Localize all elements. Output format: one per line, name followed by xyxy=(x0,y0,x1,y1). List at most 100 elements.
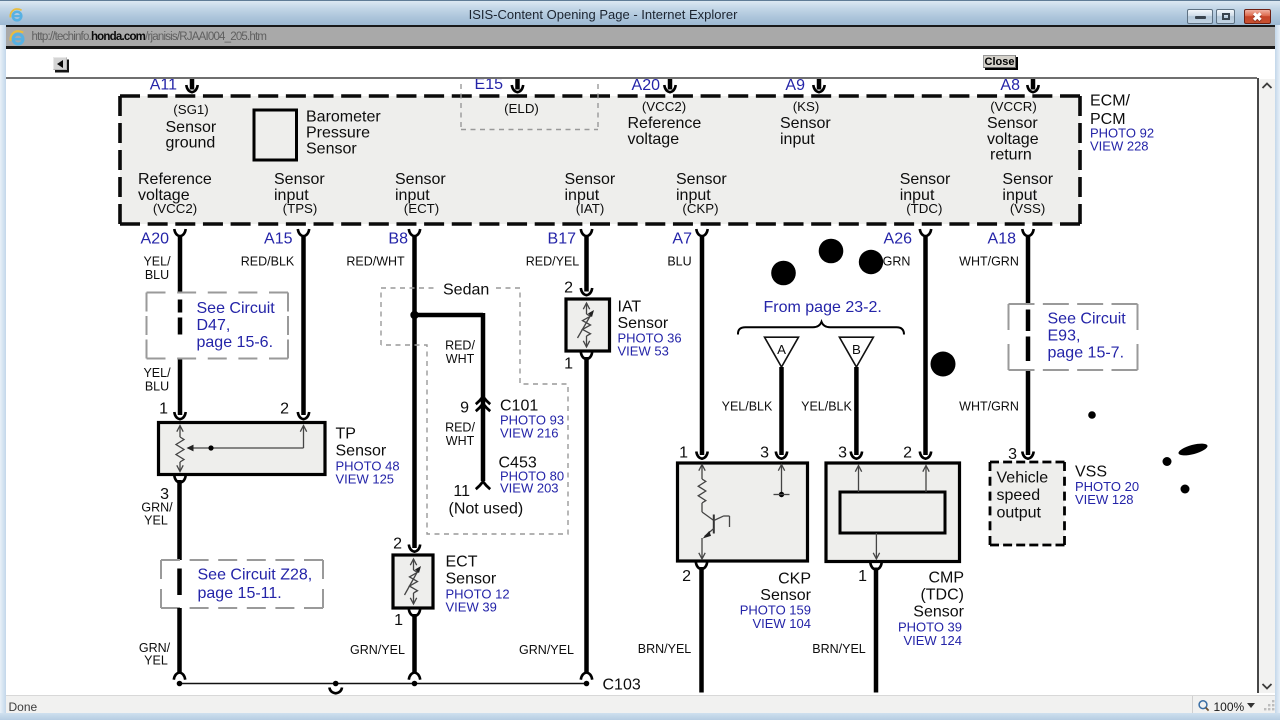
svg-text:1: 1 xyxy=(858,568,867,585)
svg-text:YEL/: YEL/ xyxy=(143,255,171,269)
svg-text:VIEW 53: VIEW 53 xyxy=(618,344,669,359)
svg-text:BRN/YEL: BRN/YEL xyxy=(638,642,692,656)
svg-text:Sensor: Sensor xyxy=(676,171,727,188)
svg-text:page 15-11.: page 15-11. xyxy=(198,585,282,602)
svg-text:Vehicle: Vehicle xyxy=(997,470,1049,487)
svg-text:B8: B8 xyxy=(388,231,408,248)
svg-text:WHT/GRN: WHT/GRN xyxy=(959,255,1019,269)
svg-text:page 15-6.: page 15-6. xyxy=(197,334,274,351)
svg-text:2: 2 xyxy=(280,401,289,418)
svg-text:Sedan: Sedan xyxy=(443,282,489,299)
svg-text:RED/WHT: RED/WHT xyxy=(346,255,405,269)
svg-text:Sensor: Sensor xyxy=(913,604,964,621)
svg-text:A9: A9 xyxy=(785,77,805,94)
svg-text:(VCCR): (VCCR) xyxy=(990,99,1037,114)
svg-text:3: 3 xyxy=(838,445,847,462)
svg-text:CKP: CKP xyxy=(778,571,811,588)
svg-text:2: 2 xyxy=(393,536,402,553)
svg-text:RED/YEL: RED/YEL xyxy=(526,255,580,269)
svg-text:WHT: WHT xyxy=(446,352,475,366)
svg-text:ECM/: ECM/ xyxy=(1090,92,1131,109)
svg-text:page 15-7.: page 15-7. xyxy=(1048,345,1125,362)
svg-text:2: 2 xyxy=(903,445,912,462)
svg-text:(SG1): (SG1) xyxy=(173,102,208,117)
svg-text:return: return xyxy=(990,147,1032,164)
svg-text:A11: A11 xyxy=(150,77,177,94)
svg-text:GRN/YEL: GRN/YEL xyxy=(350,643,405,657)
svg-text:output: output xyxy=(997,505,1042,522)
svg-text:VSS: VSS xyxy=(1075,464,1107,481)
svg-text:Sensor: Sensor xyxy=(565,171,616,188)
svg-text:YEL: YEL xyxy=(144,514,168,528)
svg-text:A20: A20 xyxy=(141,231,170,248)
svg-text:YEL: YEL xyxy=(144,654,168,668)
svg-text:Sensor: Sensor xyxy=(336,443,387,460)
svg-text:(TPS): (TPS) xyxy=(283,201,318,216)
svg-text:1: 1 xyxy=(679,445,688,462)
svg-text:(TDC): (TDC) xyxy=(906,201,942,216)
svg-text:GRN: GRN xyxy=(883,255,911,269)
svg-text:2: 2 xyxy=(564,280,573,297)
svg-text:VIEW 216: VIEW 216 xyxy=(500,426,559,441)
svg-text:Sensor: Sensor xyxy=(166,119,217,136)
svg-text:B17: B17 xyxy=(548,231,577,248)
svg-text:A7: A7 xyxy=(672,231,692,248)
svg-text:WHT: WHT xyxy=(446,434,475,448)
svg-text:(IAT): (IAT) xyxy=(576,201,605,216)
svg-text:VIEW 203: VIEW 203 xyxy=(500,481,559,496)
svg-text:(Not used): (Not used) xyxy=(449,501,524,518)
svg-text:Barometer: Barometer xyxy=(306,109,381,126)
svg-text:GRN/: GRN/ xyxy=(141,501,173,515)
svg-text:A15: A15 xyxy=(264,231,293,248)
svg-text:YEL/: YEL/ xyxy=(143,366,171,380)
svg-text:Sensor: Sensor xyxy=(760,587,811,604)
svg-text:voltage: voltage xyxy=(628,131,680,148)
svg-text:BLU: BLU xyxy=(145,380,169,394)
svg-text:voltage: voltage xyxy=(987,131,1039,148)
svg-text:ECT: ECT xyxy=(446,554,478,571)
svg-text:Reference: Reference xyxy=(628,115,702,132)
svg-text:2: 2 xyxy=(682,568,691,585)
svg-text:VIEW 39: VIEW 39 xyxy=(446,600,497,615)
svg-text:(ELD): (ELD) xyxy=(504,101,539,116)
svg-text:(CKP): (CKP) xyxy=(682,201,718,216)
svg-text:1: 1 xyxy=(159,401,168,418)
svg-text:(KS): (KS) xyxy=(793,99,820,114)
svg-text:Reference: Reference xyxy=(138,171,212,188)
svg-text:11: 11 xyxy=(453,483,470,500)
svg-text:B: B xyxy=(852,342,861,357)
svg-text:Sensor: Sensor xyxy=(900,171,951,188)
svg-text:VIEW 128: VIEW 128 xyxy=(1075,492,1134,507)
svg-text:Sensor: Sensor xyxy=(618,315,669,332)
svg-text:Sensor: Sensor xyxy=(446,571,497,588)
svg-text:(TDC): (TDC) xyxy=(920,587,964,604)
svg-text:speed: speed xyxy=(997,487,1041,504)
svg-text:Pressure: Pressure xyxy=(306,125,370,142)
svg-text:Sensor: Sensor xyxy=(306,141,357,158)
svg-text:(VCC2): (VCC2) xyxy=(642,99,686,114)
svg-text:A8: A8 xyxy=(1000,77,1020,94)
svg-text:See Circuit Z28,: See Circuit Z28, xyxy=(198,567,313,584)
svg-text:VIEW 125: VIEW 125 xyxy=(336,472,395,487)
svg-text:RED/BLK: RED/BLK xyxy=(241,255,295,269)
svg-text:input: input xyxy=(780,131,815,148)
svg-text:TP: TP xyxy=(336,426,356,443)
svg-text:ground: ground xyxy=(166,135,216,152)
svg-text:1: 1 xyxy=(564,356,573,373)
svg-text:Sensor: Sensor xyxy=(987,115,1038,132)
svg-text:Sensor: Sensor xyxy=(1002,171,1053,188)
svg-text:VIEW 124: VIEW 124 xyxy=(903,633,962,648)
svg-text:A: A xyxy=(777,342,786,357)
svg-text:BRN/YEL: BRN/YEL xyxy=(812,642,866,656)
svg-text:VIEW 228: VIEW 228 xyxy=(1090,139,1149,154)
svg-text:RED/: RED/ xyxy=(445,421,475,435)
svg-text:See Circuit: See Circuit xyxy=(197,300,276,317)
svg-text:YEL/BLK: YEL/BLK xyxy=(722,400,773,414)
svg-text:D47,: D47, xyxy=(197,317,231,334)
svg-text:A26: A26 xyxy=(884,231,913,248)
svg-text:BLU: BLU xyxy=(667,255,691,269)
svg-text:Sensor: Sensor xyxy=(274,171,325,188)
svg-text:GRN/YEL: GRN/YEL xyxy=(519,643,574,657)
svg-text:YEL/BLK: YEL/BLK xyxy=(801,400,852,414)
svg-text:See Circuit: See Circuit xyxy=(1048,311,1127,328)
